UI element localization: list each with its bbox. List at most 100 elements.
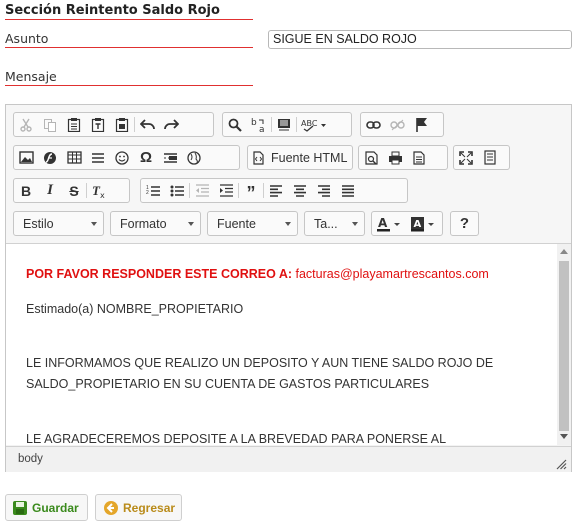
reply-email: facturas@playamartrescantos.com [295, 267, 489, 281]
greeting-line: Estimado(a) NOMBRE_PROPIETARIO [26, 302, 244, 316]
chevron-down-icon [285, 222, 291, 226]
svg-text:x: x [100, 191, 105, 198]
strikethrough-icon[interactable]: S [62, 179, 86, 202]
numbered-list-icon[interactable]: 12 [141, 179, 165, 202]
editor-statusbar: body [6, 446, 571, 472]
scroll-up-icon[interactable] [560, 248, 568, 254]
replace-icon[interactable]: ba [247, 113, 271, 136]
smiley-icon[interactable] [110, 146, 134, 169]
link-group [360, 112, 444, 137]
font-combo-label: Fuente [217, 216, 256, 231]
bulleted-list-icon[interactable] [165, 179, 189, 202]
view-group [453, 145, 510, 170]
basic-styles-group: B I S Tx [13, 178, 130, 203]
back-label: Regresar [123, 500, 176, 515]
source-group: Fuente HTML [247, 145, 353, 170]
blockquote-icon[interactable]: ” [239, 179, 263, 203]
horizontal-rule-icon[interactable] [86, 146, 110, 169]
align-left-icon[interactable] [264, 179, 288, 202]
paste-word-icon[interactable] [110, 113, 134, 136]
save-label: Guardar [32, 500, 79, 515]
reply-notice-prefix: POR FAVOR RESPONDER ESTE CORREO A: [26, 267, 293, 281]
link-icon[interactable] [361, 113, 385, 136]
editor-content-area[interactable]: POR FAVOR RESPONDER ESTE CORREO A: factu… [6, 244, 557, 445]
align-center-icon[interactable] [288, 179, 312, 202]
maximize-icon[interactable] [454, 146, 478, 169]
clipboard-group [13, 112, 214, 137]
chevron-down-icon [188, 222, 194, 226]
remove-format-icon[interactable]: Tx [87, 179, 111, 202]
templates-icon[interactable] [407, 146, 431, 169]
select-all-icon[interactable] [272, 113, 296, 136]
body-line-3: LE AGRADECEREMOS DEPOSITE A LA BREVEDAD … [26, 432, 447, 445]
resize-handle-icon[interactable] [556, 459, 567, 470]
paste-text-icon[interactable] [86, 113, 110, 136]
print-icon[interactable] [383, 146, 407, 169]
cut-icon[interactable] [14, 113, 38, 136]
svg-text:A: A [414, 219, 422, 230]
chevron-down-icon [352, 222, 358, 226]
message-label: Mensaje [5, 69, 253, 86]
size-combo[interactable]: Ta... [304, 211, 365, 236]
section-title: Sección Reintento Saldo Rojo [5, 3, 253, 20]
unlink-icon[interactable] [385, 113, 409, 136]
style-combo[interactable]: Estilo [13, 211, 104, 236]
iframe-globe-icon[interactable] [182, 146, 206, 169]
subject-label: Asunto [5, 31, 253, 48]
size-combo-label: Ta... [314, 216, 338, 231]
element-path[interactable]: body [18, 453, 43, 465]
page-break-icon[interactable] [158, 146, 182, 169]
svg-text:a: a [259, 125, 265, 133]
help-button[interactable]: ? [450, 211, 479, 236]
text-color-icon[interactable]: A [372, 212, 406, 235]
reply-notice: POR FAVOR RESPONDER ESTE CORREO A: factu… [26, 267, 489, 281]
save-disk-icon [13, 500, 27, 515]
style-combo-label: Estilo [23, 216, 54, 231]
save-button[interactable]: Guardar [5, 494, 88, 521]
spellcheck-icon[interactable]: ABC [297, 113, 331, 136]
svg-text:2: 2 [146, 190, 149, 196]
rich-text-editor: ba ABC Ω Fuente HTML B I S T x 1 2 ” Est… [5, 104, 572, 472]
search-group: ba ABC [222, 112, 352, 137]
source-icon [253, 150, 264, 165]
colors-group: A A [371, 211, 443, 236]
svg-text:A: A [378, 216, 388, 230]
paragraph-group: 12 ” [140, 178, 408, 203]
indent-icon[interactable] [214, 179, 238, 202]
editor-toolbar: ba ABC Ω Fuente HTML B I S T x 1 2 ” Est… [6, 105, 571, 244]
scroll-down-icon[interactable] [560, 434, 568, 440]
outdent-icon[interactable] [190, 179, 214, 202]
special-char-icon[interactable]: Ω [134, 146, 158, 169]
back-button[interactable]: Regresar [95, 494, 182, 521]
justify-icon[interactable] [336, 179, 360, 202]
svg-text:b: b [251, 118, 257, 128]
align-right-icon[interactable] [312, 179, 336, 202]
body-line-1: LE INFORMAMOS QUE REALIZO UN DEPOSITO Y … [26, 356, 494, 370]
paste-icon[interactable] [62, 113, 86, 136]
svg-text:ABC: ABC [301, 119, 318, 128]
source-button[interactable]: Fuente HTML [271, 151, 347, 165]
insert-group: Ω [13, 145, 240, 170]
font-combo[interactable]: Fuente [207, 211, 298, 236]
document-group [358, 145, 448, 170]
body-line-2: SALDO_PROPIETARIO EN SU CUENTA DE GASTOS… [26, 377, 430, 391]
undo-icon[interactable] [135, 113, 159, 136]
copy-icon[interactable] [38, 113, 62, 136]
flash-icon[interactable] [38, 146, 62, 169]
preview-icon[interactable] [359, 146, 383, 169]
back-arrow-icon [104, 500, 118, 515]
italic-icon[interactable]: I [38, 179, 62, 202]
scrollbar-thumb[interactable] [559, 261, 569, 431]
bold-icon[interactable]: B [14, 179, 38, 202]
table-icon[interactable] [62, 146, 86, 169]
format-combo[interactable]: Formato [110, 211, 201, 236]
subject-input[interactable]: SIGUE EN SALDO ROJO [268, 30, 572, 49]
redo-icon[interactable] [159, 113, 183, 136]
image-icon[interactable] [14, 146, 38, 169]
show-blocks-icon[interactable] [478, 146, 502, 169]
chevron-down-icon [91, 222, 97, 226]
anchor-flag-icon[interactable] [409, 113, 433, 136]
background-color-icon[interactable]: A [406, 212, 440, 235]
find-icon[interactable] [223, 113, 247, 136]
format-combo-label: Formato [120, 216, 167, 231]
